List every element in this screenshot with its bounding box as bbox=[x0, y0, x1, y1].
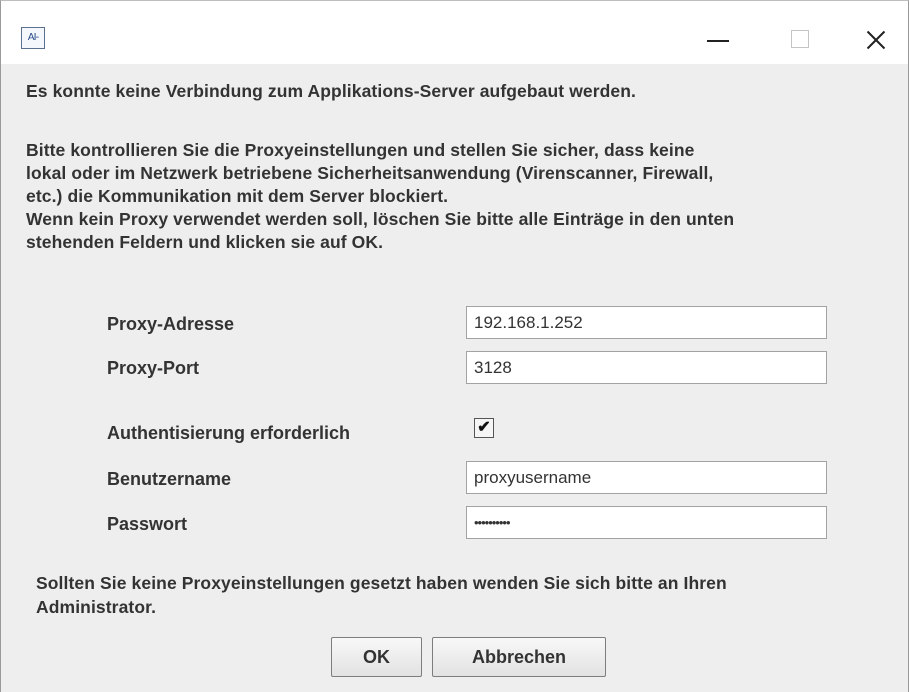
error-headline: Es konnte keine Verbindung zum Applikati… bbox=[26, 81, 637, 101]
proxy-port-label: Proxy-Port bbox=[107, 358, 200, 378]
proxy-address-input[interactable] bbox=[466, 306, 827, 339]
proxy-port-input[interactable] bbox=[466, 351, 827, 384]
message-line: Bitte kontrollieren Sie die Proxyeinstel… bbox=[26, 140, 695, 160]
maximize-button[interactable] bbox=[777, 21, 821, 57]
auth-required-checkbox[interactable]: ✔ bbox=[474, 418, 494, 438]
proxy-address-label: Proxy-Adresse bbox=[107, 314, 235, 334]
username-input[interactable] bbox=[466, 461, 827, 494]
dialog-content: Es konnte keine Verbindung zum Applikati… bbox=[1, 64, 908, 692]
password-label: Passwort bbox=[107, 514, 188, 534]
title-bar[interactable]: AI- bbox=[1, 1, 908, 64]
auth-required-label: Authentisierung erforderlich bbox=[107, 423, 351, 443]
app-icon: AI- bbox=[21, 27, 45, 49]
message-line: lokal oder im Netzwerk betriebene Sicher… bbox=[26, 163, 714, 183]
message-line: etc.) die Kommunikation mit dem Server b… bbox=[26, 186, 449, 206]
admin-hint-line: Sollten Sie keine Proxyeinstellungen ges… bbox=[36, 573, 727, 593]
minimize-button[interactable] bbox=[696, 21, 740, 57]
proxy-settings-dialog: AI- Es konnte keine Verbindung zum Appli… bbox=[0, 0, 909, 692]
admin-hint-line: Administrator. bbox=[36, 597, 157, 617]
password-input[interactable] bbox=[466, 506, 827, 539]
ok-button[interactable]: OK bbox=[331, 637, 422, 677]
message-line: Wenn kein Proxy verwendet werden soll, l… bbox=[26, 209, 735, 229]
cancel-button[interactable]: Abbrechen bbox=[432, 637, 606, 677]
close-button[interactable] bbox=[853, 21, 897, 57]
username-label: Benutzername bbox=[107, 469, 232, 489]
message-line: stehenden Feldern und klicken sie auf OK… bbox=[26, 232, 384, 252]
